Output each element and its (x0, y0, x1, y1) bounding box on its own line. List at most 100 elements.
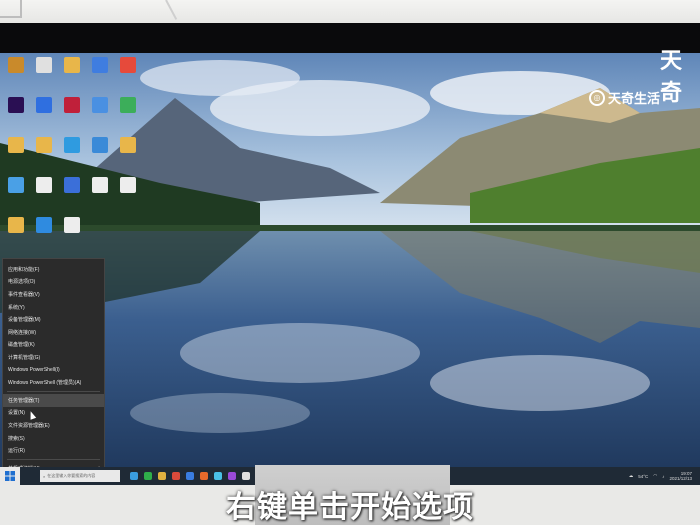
context-menu-item[interactable]: Windows PowerShell (管理员)(A) (3, 376, 104, 389)
taskbar-search-box[interactable]: ⌕ 在这里输入你要搜索的内容 (40, 470, 120, 482)
context-menu-item-label: 文件资源管理器(E) (8, 422, 50, 429)
context-menu-item-label: 设置(N) (8, 410, 25, 417)
system-tray: ☁ 54°C ◠ ♪ 19:07 2021/12/13 (629, 471, 700, 481)
context-menu-item-label: 搜索(S) (8, 435, 25, 442)
taskbar-app-icon[interactable] (172, 472, 180, 480)
context-menu-item[interactable]: 应用和功能(F) (3, 263, 104, 276)
network-icon[interactable]: ◠ (653, 473, 657, 479)
context-menu-item[interactable]: 文件资源管理器(E) (3, 419, 104, 432)
volume-icon[interactable]: ♪ (662, 474, 664, 479)
desktop-icon[interactable] (30, 57, 58, 97)
desktop-icon[interactable] (2, 177, 30, 217)
app-icon (64, 177, 80, 193)
monitor: ◎ 天奇生活 应用和功能(F) 电源选项(O) 事件查看器(V) 系统(Y) 设备管理器… (0, 23, 700, 485)
folder-icon (8, 137, 24, 153)
folder-icon (120, 137, 136, 153)
context-menu-item[interactable]: 网络连接(W) (3, 326, 104, 339)
weather-temp: 54°C (638, 473, 649, 479)
context-menu-item[interactable]: Windows PowerShell(I) (3, 364, 104, 377)
watermark-logo-icon: ◎ (588, 89, 605, 106)
ruler (165, 0, 178, 20)
folder-icon (64, 57, 80, 73)
taskbar-app-icon[interactable] (214, 472, 222, 480)
desktop-icon[interactable] (86, 57, 114, 97)
context-menu-item-label: 计算机管理(G) (8, 354, 41, 361)
context-menu-item[interactable]: 磁盘管理(K) (3, 339, 104, 352)
context-menu-item[interactable]: 事件查看器(V) (3, 288, 104, 301)
search-placeholder: 在这里输入你要搜索的内容 (47, 473, 96, 478)
search-icon: ⌕ (43, 473, 46, 479)
desktop-icon[interactable] (114, 97, 142, 137)
taskbar-app-icon[interactable] (200, 472, 208, 480)
context-menu-item[interactable]: 计算机管理(G) (3, 351, 104, 364)
context-menu-item-label: 应用和功能(F) (8, 266, 40, 273)
folder-icon (36, 137, 52, 153)
desktop-icon[interactable] (2, 137, 30, 177)
app-icon (120, 97, 136, 113)
corner-logo (0, 0, 22, 18)
desktop-icon[interactable] (2, 97, 30, 137)
desktop-icon[interactable] (30, 217, 58, 257)
context-menu-item-label: 磁盘管理(K) (8, 342, 35, 349)
desktop-icon[interactable] (30, 137, 58, 177)
context-menu-item-label: Windows PowerShell (管理员)(A) (8, 380, 82, 387)
document-icon (64, 217, 80, 233)
menu-separator (7, 458, 100, 460)
desktop-icon[interactable] (58, 137, 86, 177)
desktop-icon[interactable] (114, 57, 142, 97)
taskbar-app-icon[interactable] (130, 472, 138, 480)
desktop-icon[interactable] (2, 217, 30, 257)
desktop-icon[interactable] (114, 177, 142, 217)
watermark-partial: 天奇 (660, 48, 684, 105)
context-menu-item-label: 电源选项(O) (8, 279, 36, 286)
background-paper (0, 0, 700, 24)
context-menu-item-label: 系统(Y) (8, 304, 25, 311)
taskbar-app-icon[interactable] (144, 472, 152, 480)
clock-date: 2021/12/13 (669, 476, 692, 481)
app-icon (120, 57, 136, 73)
app-icon (36, 97, 52, 113)
taskbar-app-icon[interactable] (228, 472, 236, 480)
context-menu-item-label: 任务管理器(T) (8, 397, 40, 404)
desktop-icon[interactable] (58, 177, 86, 217)
context-menu-item[interactable]: 电源选项(O) (3, 276, 104, 289)
taskbar-app-icon[interactable] (186, 472, 194, 480)
context-menu-item-label: 网络连接(W) (8, 329, 37, 336)
app-icon (64, 97, 80, 113)
app-icon (92, 57, 108, 73)
app-icon (8, 177, 24, 193)
document-icon (120, 177, 136, 193)
context-menu-item-label: Windows PowerShell(I) (8, 367, 60, 374)
watermark: ◎ 天奇生活 (588, 88, 660, 107)
windows-icon (5, 471, 15, 481)
desktop-icon[interactable] (114, 137, 142, 177)
context-menu-item[interactable]: 设备管理器(M) (3, 313, 104, 326)
premiere-icon (8, 97, 24, 113)
desktop-icon[interactable] (86, 177, 114, 217)
clock[interactable]: 19:07 2021/12/13 (669, 471, 692, 481)
desktop-icon[interactable] (58, 97, 86, 137)
document-icon (92, 177, 108, 193)
document-icon (36, 177, 52, 193)
taskbar-app-icon[interactable] (242, 472, 250, 480)
context-menu-item[interactable]: 设置(N) (3, 407, 104, 420)
start-context-menu: 应用和功能(F) 电源选项(O) 事件查看器(V) 系统(Y) 设备管理器(M) 网络连接… (2, 258, 105, 485)
desktop-icon[interactable] (58, 217, 86, 257)
context-menu-item-label: 设备管理器(M) (8, 317, 41, 324)
desktop-icon[interactable] (86, 137, 114, 177)
taskbar-app-icon[interactable] (158, 472, 166, 480)
context-menu-item[interactable]: 任务管理器(T) (3, 393, 104, 407)
desktop-icon[interactable] (58, 57, 86, 97)
app-icon (92, 137, 108, 153)
desktop-icon[interactable] (30, 177, 58, 217)
desktop-icon[interactable] (86, 97, 114, 137)
desktop-icon[interactable] (30, 97, 58, 137)
app-icon (92, 97, 108, 113)
context-menu-item[interactable]: 搜索(S) (3, 432, 104, 445)
context-menu-item-label: 事件查看器(V) (8, 291, 40, 298)
context-menu-item[interactable]: 系统(Y) (3, 301, 104, 314)
app-icon (64, 137, 80, 153)
desktop-icon[interactable] (2, 57, 30, 97)
weather-icon: ☁ (628, 473, 634, 478)
context-menu-item[interactable]: 运行(R) (3, 444, 104, 457)
